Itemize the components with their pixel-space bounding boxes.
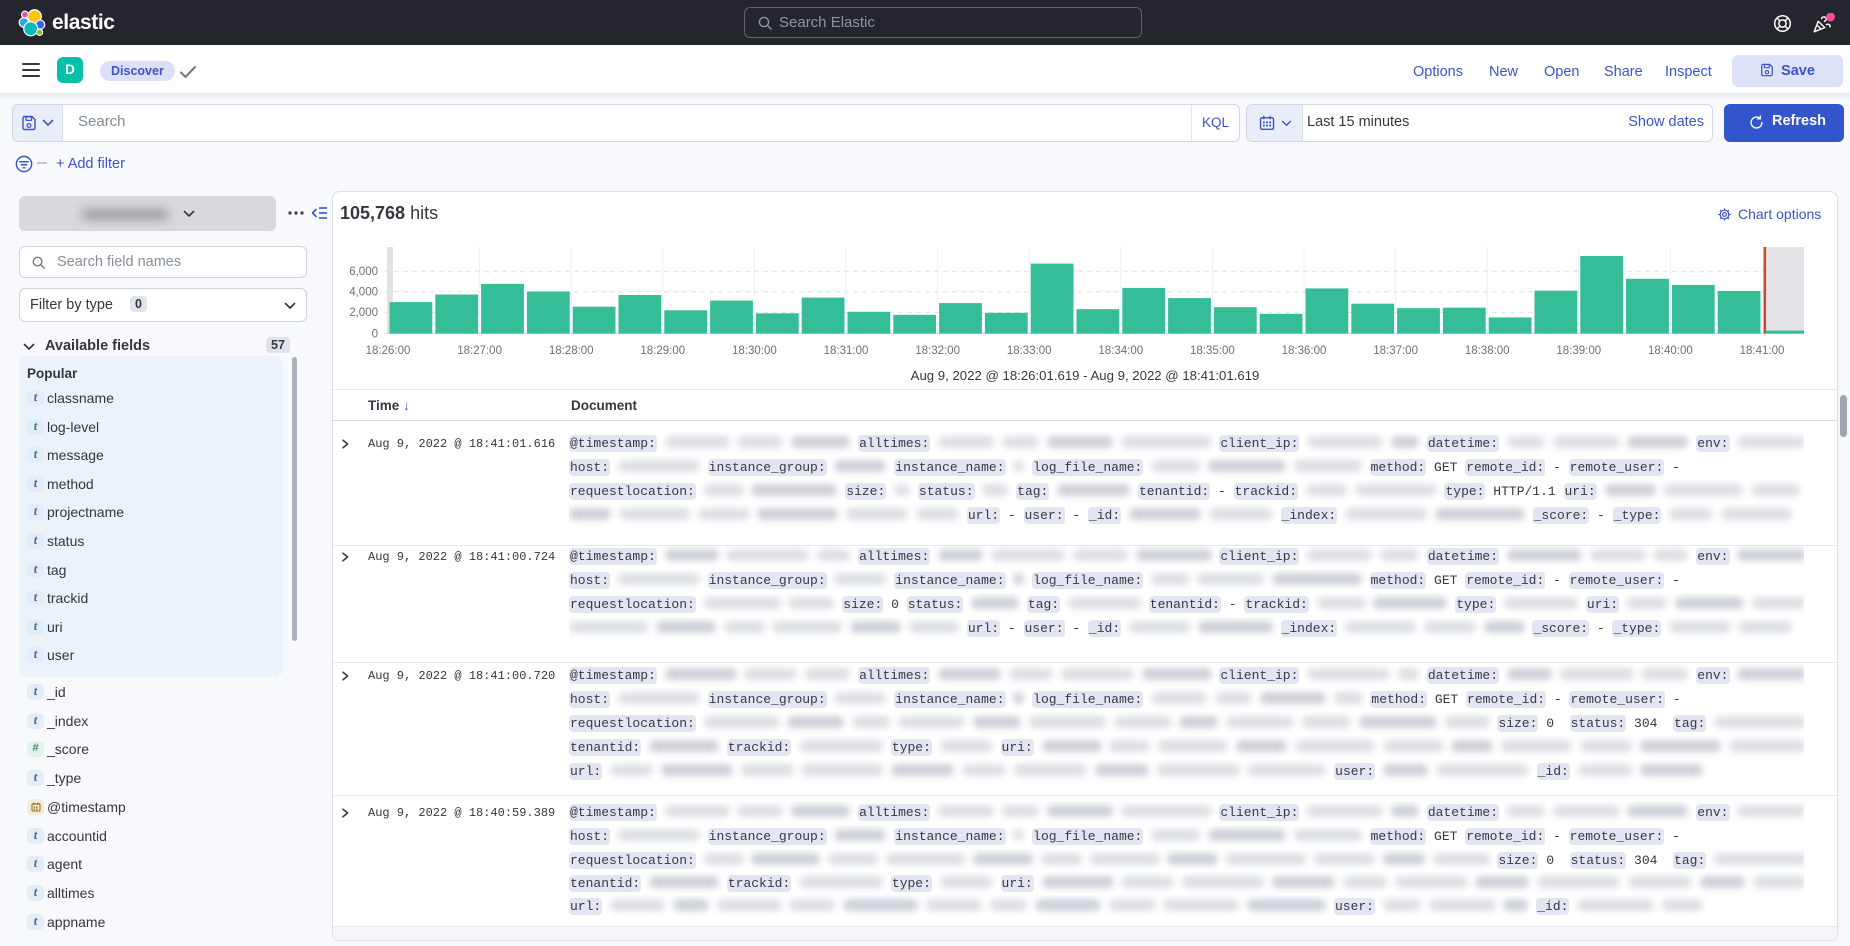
svg-text:18:29:00: 18:29:00: [640, 345, 685, 357]
svg-text:4,000: 4,000: [349, 287, 378, 299]
svg-text:18:33:00: 18:33:00: [1007, 345, 1052, 357]
svg-text:18:26:00: 18:26:00: [366, 345, 411, 357]
svg-text:6,000: 6,000: [349, 266, 378, 278]
svg-text:0: 0: [372, 328, 378, 340]
svg-text:18:40:00: 18:40:00: [1648, 345, 1693, 357]
svg-text:18:41:00: 18:41:00: [1740, 345, 1785, 357]
svg-text:18:28:00: 18:28:00: [549, 345, 594, 357]
svg-text:18:38:00: 18:38:00: [1465, 345, 1510, 357]
svg-text:18:36:00: 18:36:00: [1282, 345, 1327, 357]
svg-text:18:30:00: 18:30:00: [732, 345, 777, 357]
svg-text:2,000: 2,000: [349, 307, 378, 319]
svg-text:18:31:00: 18:31:00: [824, 345, 869, 357]
svg-text:18:39:00: 18:39:00: [1556, 345, 1601, 357]
svg-text:18:37:00: 18:37:00: [1373, 345, 1418, 357]
svg-text:18:32:00: 18:32:00: [915, 345, 960, 357]
svg-text:18:27:00: 18:27:00: [457, 345, 502, 357]
svg-text:18:34:00: 18:34:00: [1098, 345, 1143, 357]
svg-text:18:35:00: 18:35:00: [1190, 345, 1235, 357]
